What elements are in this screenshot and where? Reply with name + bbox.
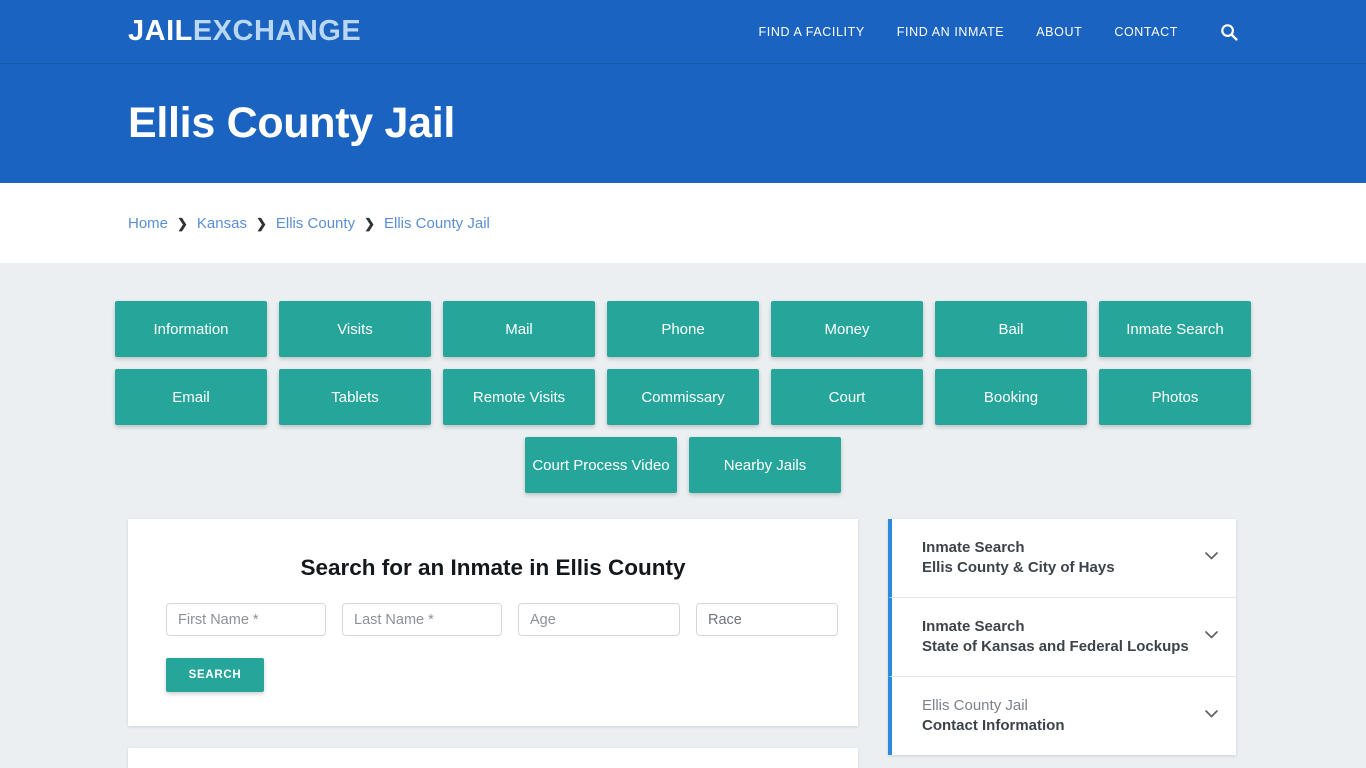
nav-item-contact[interactable]: CONTACT — [1114, 25, 1178, 39]
breadcrumb-item-ellis-county[interactable]: Ellis County — [276, 215, 355, 232]
tile-tablets[interactable]: Tablets — [279, 369, 431, 425]
logo-secondary-text: EXCHANGE — [192, 15, 362, 47]
accordion-item-inmate-search-state[interactable]: Inmate Search State of Kansas and Federa… — [888, 597, 1236, 677]
site-logo[interactable]: JAILEXCHANGE — [128, 17, 361, 46]
accordion-item-contact-information[interactable]: Ellis County Jail Contact Information — [888, 676, 1236, 755]
inmate-search-fields: Race — [166, 603, 838, 636]
tile-visits[interactable]: Visits — [279, 301, 431, 357]
inmate-search-card: Search for an Inmate in Ellis County Rac… — [128, 519, 858, 726]
tile-email[interactable]: Email — [115, 369, 267, 425]
tile-bail[interactable]: Bail — [935, 301, 1087, 357]
top-navigation-bar: JAILEXCHANGE FIND A FACILITY FIND AN INM… — [0, 0, 1366, 64]
breadcrumb-item-kansas[interactable]: Kansas — [197, 215, 247, 232]
nav-item-find-a-facility[interactable]: FIND A FACILITY — [759, 25, 865, 39]
accordion-item-text: Inmate Search Ellis County & City of Hay… — [922, 538, 1195, 578]
tile-money[interactable]: Money — [771, 301, 923, 357]
breadcrumb-band: Home ❯ Kansas ❯ Ellis County ❯ Ellis Cou… — [0, 183, 1366, 263]
accordion-item-line1: Inmate Search — [922, 617, 1025, 635]
nav-item-about[interactable]: ABOUT — [1036, 25, 1082, 39]
age-input[interactable] — [518, 603, 680, 636]
chevron-down-icon[interactable] — [1195, 547, 1220, 569]
chevron-down-icon[interactable] — [1195, 705, 1220, 727]
page-hero: Ellis County Jail — [0, 64, 1366, 183]
right-column: Inmate Search Ellis County & City of Hay… — [888, 519, 1236, 755]
tile-photos[interactable]: Photos — [1099, 369, 1251, 425]
race-select[interactable]: Race — [696, 603, 838, 636]
search-icon[interactable] — [1210, 23, 1238, 41]
chevron-right-icon: ❯ — [177, 215, 188, 231]
breadcrumb: Home ❯ Kansas ❯ Ellis County ❯ Ellis Cou… — [128, 215, 490, 232]
breadcrumb-item-home[interactable]: Home — [128, 215, 168, 232]
chevron-right-icon: ❯ — [255, 215, 267, 231]
left-column: Search for an Inmate in Ellis County Rac… — [128, 519, 858, 768]
accordion-item-inmate-search-county[interactable]: Inmate Search Ellis County & City of Hay… — [888, 519, 1236, 598]
accordion-item-line1: Inmate Search — [922, 539, 1025, 556]
tile-row-1: Information Visits Mail Phone Money Bail… — [0, 301, 1366, 357]
tile-commissary[interactable]: Commissary — [607, 369, 759, 425]
primary-nav-links: FIND A FACILITY FIND AN INMATE ABOUT CON… — [759, 23, 1238, 41]
page-title: Ellis County Jail — [128, 99, 456, 147]
tile-phone[interactable]: Phone — [607, 301, 759, 357]
nav-item-find-an-inmate[interactable]: FIND AN INMATE — [897, 25, 1004, 39]
inmate-search-heading: Search for an Inmate in Ellis County — [300, 555, 686, 580]
accordion-item-line1: Ellis County Jail — [922, 696, 1028, 714]
accordion-item-text: Ellis County Jail Contact Information — [922, 696, 1195, 736]
tile-row-3: Court Process Video Nearby Jails — [0, 437, 1366, 493]
chevron-down-icon[interactable] — [1195, 626, 1220, 648]
jail-information-card: Ellis County Jail Information — [128, 748, 858, 768]
logo-primary-text: JAIL — [128, 15, 193, 47]
chevron-right-icon: ❯ — [364, 215, 375, 231]
tile-mail[interactable]: Mail — [443, 301, 595, 357]
accordion-item-line2: Contact Information — [922, 716, 1065, 734]
search-button[interactable]: SEARCH — [166, 658, 264, 692]
accordion-item-line2: State of Kansas and Federal Lockups — [922, 637, 1189, 655]
first-name-input[interactable] — [166, 603, 326, 636]
tile-row-2: Email Tablets Remote Visits Commissary C… — [0, 369, 1366, 425]
section-nav-tiles: Information Visits Mail Phone Money Bail… — [0, 263, 1366, 493]
accordion-item-text: Inmate Search State of Kansas and Federa… — [922, 617, 1195, 657]
tile-booking[interactable]: Booking — [935, 369, 1087, 425]
tile-information[interactable]: Information — [115, 301, 267, 357]
tile-court-process-video[interactable]: Court Process Video — [525, 437, 677, 493]
sidebar-accordion: Inmate Search Ellis County & City of Hay… — [888, 519, 1236, 755]
main-content: Search for an Inmate in Ellis County Rac… — [128, 519, 1236, 768]
tile-court[interactable]: Court — [771, 369, 923, 425]
tile-nearby-jails[interactable]: Nearby Jails — [689, 437, 841, 493]
tile-remote-visits[interactable]: Remote Visits — [443, 369, 595, 425]
breadcrumb-item-ellis-county-jail[interactable]: Ellis County Jail — [384, 215, 490, 232]
last-name-input[interactable] — [342, 603, 502, 636]
tile-inmate-search[interactable]: Inmate Search — [1099, 301, 1251, 357]
accordion-item-line2: Ellis County & City of Hays — [922, 558, 1115, 576]
